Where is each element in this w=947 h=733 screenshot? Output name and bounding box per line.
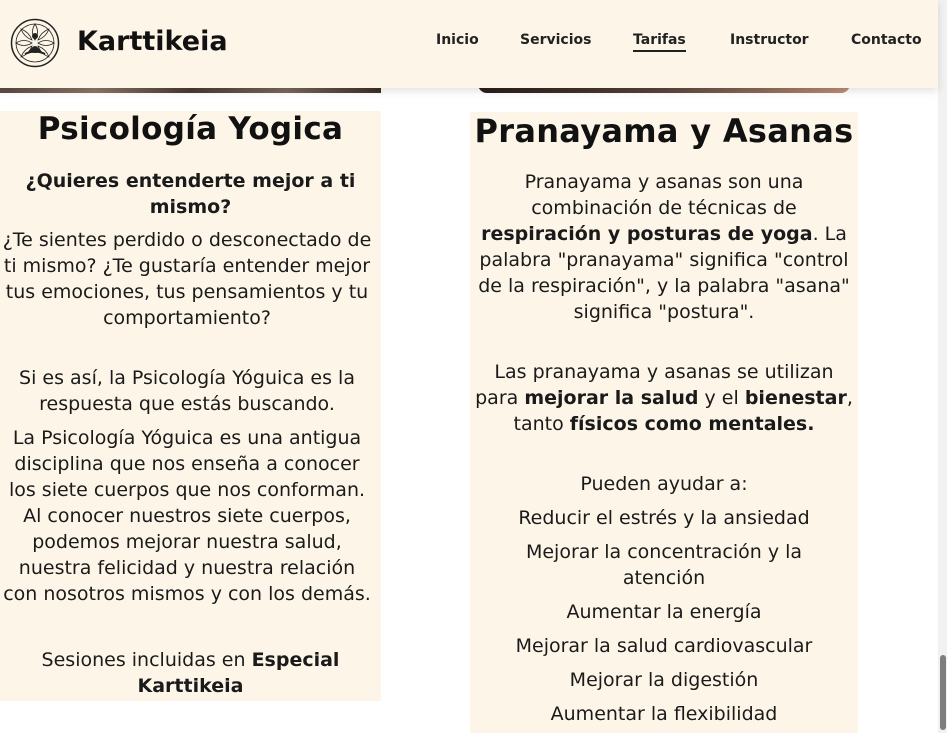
text: Pranayama y asanas son una combinación d… <box>524 171 804 219</box>
emphasis: respiración y posturas de yoga <box>481 223 813 245</box>
emphasis: físicos como mentales. <box>569 413 815 435</box>
card-paragraph: Pranayama y asanas son una combinación d… <box>470 169 858 325</box>
emphasis: mejorar la salud <box>524 387 699 409</box>
text: y el <box>698 387 745 409</box>
card-paragraph: La Psicología Yóguica es una antigua dis… <box>3 427 371 605</box>
sessions-prefix: Sesiones incluidas en <box>41 649 252 671</box>
card-psicologia-yogica: Psicología Yogica ¿Quieres entenderte me… <box>0 111 381 701</box>
card-paragraph: Las pranayama y asanas se utilizan para … <box>474 359 854 437</box>
benefits-intro: Pueden ayudar a: <box>580 473 748 495</box>
benefit-item: Aumentar la flexibilidad <box>550 703 778 725</box>
card-question-line-1: ¿Quieres entenderte mejor a ti <box>25 170 356 192</box>
card-paragraph: Si es así, la Psicología Yóguica es la r… <box>19 367 355 415</box>
card-pranayama-asanas: Pranayama y Asanas Pranayama y asanas so… <box>470 112 858 733</box>
card-question-line-2: mismo? <box>149 196 232 218</box>
plan-name: Karttikeia <box>137 675 244 697</box>
nav-instructor[interactable]: Instructor <box>730 32 809 48</box>
nav-inicio[interactable]: Inicio <box>436 32 479 48</box>
benefit-item: Mejorar la concentración y la <box>525 541 803 563</box>
benefit-item: Reducir el estrés y la ansiedad <box>518 507 810 529</box>
card-paragraph: ¿Te sientes perdido o desconectado de ti… <box>2 229 372 329</box>
plan-name: Especial <box>251 649 340 671</box>
page-scrollbar[interactable] <box>938 0 947 733</box>
nav-tarifas[interactable]: Tarifas <box>633 32 686 52</box>
benefit-item: Mejorar la salud cardiovascular <box>515 635 813 657</box>
nav-contacto[interactable]: Contacto <box>851 32 922 48</box>
card-title: Pranayama y Asanas <box>474 112 854 150</box>
benefit-item: Aumentar la energía <box>566 601 762 623</box>
benefit-item-cont: atención <box>622 567 706 589</box>
emphasis: bienestar <box>744 387 847 409</box>
main-nav: Inicio Servicios Tarifas Instructor Cont… <box>0 32 938 56</box>
sessions-included: Sesiones incluidas en Especial <box>0 647 381 673</box>
benefit-item: Mejorar la digestión <box>569 669 759 691</box>
card-title: Psicología Yogica <box>37 111 344 147</box>
scrollbar-thumb[interactable] <box>940 655 946 730</box>
site-header: Karttikeia Inicio Servicios Tarifas Inst… <box>0 0 938 88</box>
nav-servicios[interactable]: Servicios <box>520 32 591 48</box>
